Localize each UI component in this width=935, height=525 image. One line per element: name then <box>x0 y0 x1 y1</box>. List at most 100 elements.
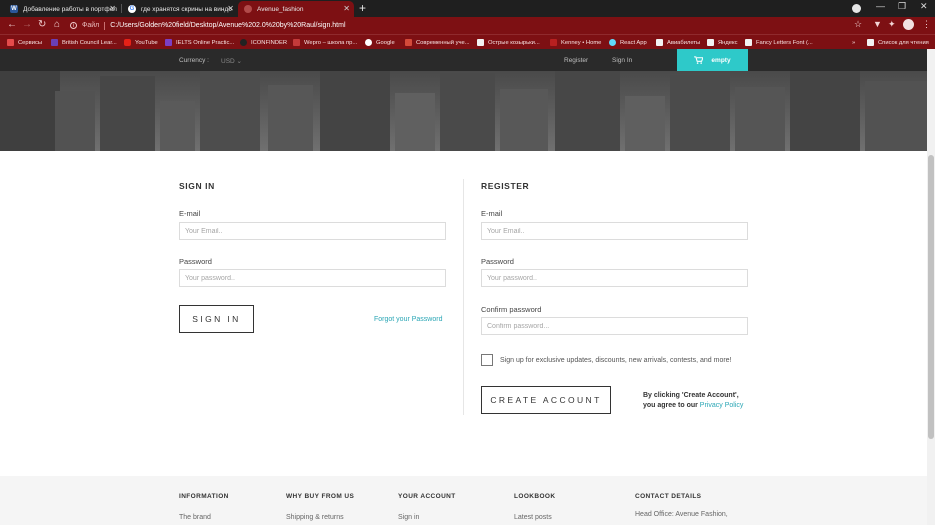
register-link[interactable]: Register <box>564 57 588 64</box>
bookmark-aviabilety[interactable]: Авиабилеты <box>656 37 700 48</box>
footer-link-the-brand[interactable]: The brand <box>179 514 211 521</box>
close-tab-icon[interactable]: ✕ <box>109 4 116 13</box>
page-scrollbar[interactable] <box>927 49 935 525</box>
bookmark-youtube[interactable]: YouTube <box>124 37 158 48</box>
media-control-icon[interactable] <box>852 4 861 13</box>
menu-kebab-icon[interactable]: ⋮ <box>922 19 931 30</box>
footer-link-latest-posts[interactable]: Latest posts <box>514 514 552 521</box>
bookmark-services[interactable]: Сервисы <box>7 37 42 48</box>
register-title: REGISTER <box>481 181 530 191</box>
profile-avatar[interactable] <box>903 19 914 30</box>
ielts-icon <box>165 39 172 46</box>
kenney-icon <box>550 39 557 46</box>
column-divider <box>463 179 464 415</box>
confirm-password-input[interactable] <box>481 317 748 335</box>
bookmark-fancy-letters[interactable]: Fancy Letters Font (... <box>745 37 813 48</box>
close-tab-icon[interactable]: ✕ <box>343 4 350 13</box>
cart-button[interactable]: empty <box>677 49 748 71</box>
terms-notice: By clicking 'Create Account', you agree … <box>643 392 744 409</box>
chevron-down-icon: ⌄ <box>236 58 242 65</box>
site-icon <box>405 39 412 46</box>
page-icon <box>477 39 484 46</box>
footer-contact-title: CONTACT DETAILS <box>635 493 702 500</box>
footer-lookbook-title: LOOKBOOK <box>514 493 556 500</box>
globe-icon <box>244 5 252 13</box>
sign-in-button[interactable]: SIGN IN <box>179 305 254 333</box>
minimize-icon[interactable]: — <box>876 1 885 11</box>
create-account-button[interactable]: CREATE ACCOUNT <box>481 386 611 414</box>
cart-label: empty <box>711 56 731 64</box>
close-window-icon[interactable]: ✕ <box>920 1 928 12</box>
font-icon <box>745 39 752 46</box>
google-icon <box>365 39 372 46</box>
close-tab-icon[interactable]: ✕ <box>227 4 234 13</box>
iconfinder-icon <box>240 39 247 46</box>
extension-v-icon[interactable]: ▼ <box>873 19 882 29</box>
word-icon: W <box>10 5 18 13</box>
confirm-password-label: Confirm password <box>481 305 542 314</box>
tab-title: Добавление работы в портфол <box>23 5 117 13</box>
tab-title: где хранятся скрины на виндо <box>141 5 232 13</box>
bookmark-ielts[interactable]: IELTS Online Practic... <box>165 37 234 48</box>
site-footer: INFORMATION The brand WHY BUY FROM US Sh… <box>0 476 927 525</box>
forward-icon[interactable]: → <box>22 19 32 30</box>
bookmarks-overflow-icon[interactable]: » <box>852 37 855 48</box>
register-password-label: Password <box>481 257 514 266</box>
new-tab-icon[interactable]: + <box>359 1 366 15</box>
back-icon[interactable]: ← <box>7 19 17 30</box>
apps-grid-icon <box>7 39 14 46</box>
bookmark-star-icon[interactable]: ☆ <box>854 19 862 30</box>
bookmark-wepro[interactable]: Wepro – школа пр... <box>293 37 357 48</box>
forgot-password-link[interactable]: Forgot your Password <box>374 316 442 323</box>
register-email-input[interactable] <box>481 222 748 240</box>
sign-in-password-input[interactable] <box>179 269 446 287</box>
footer-link-sign-in[interactable]: Sign in <box>398 514 419 521</box>
sign-in-email-label: E-mail <box>179 209 201 218</box>
footer-link-shipping[interactable]: Shipping & returns <box>286 514 344 521</box>
yandex-icon <box>707 39 714 46</box>
wepro-icon <box>293 39 300 46</box>
reload-icon[interactable]: ↻ <box>38 19 46 30</box>
address-bar: ← → ↻ ⌂ i Файл C:/Users/Golden%20field/D… <box>0 17 935 34</box>
url-text[interactable]: C:/Users/Golden%20field/Desktop/Avenue%2… <box>110 22 345 29</box>
sign-in-password-label: Password <box>179 257 212 266</box>
browser-tab-1[interactable]: W Добавление работы в портфол ✕ <box>4 1 120 17</box>
newsletter-checkbox[interactable] <box>481 354 493 366</box>
privacy-policy-link[interactable]: Privacy Policy <box>700 402 744 409</box>
currency-label: Currency : <box>179 57 209 64</box>
bookmark-modern-teacher[interactable]: Современный уче... <box>405 37 470 48</box>
bookmark-google[interactable]: Google <box>365 37 395 48</box>
plane-icon <box>656 39 663 46</box>
british-council-icon <box>51 39 58 46</box>
browser-tab-3-active[interactable]: Avenue_fashion ✕ <box>238 1 354 17</box>
footer-information-title: INFORMATION <box>179 493 229 500</box>
bookmark-iconfinder[interactable]: ICONFINDER <box>240 37 287 48</box>
google-icon: G <box>128 5 136 13</box>
scrollbar-thumb[interactable] <box>928 155 934 439</box>
maximize-icon[interactable]: ❐ <box>898 1 906 12</box>
site-top-bar: Currency : USD ⌄ Register Sign In empty <box>0 49 927 71</box>
browser-tab-bar: W Добавление работы в портфол ✕ G где хр… <box>0 0 935 17</box>
register-password-input[interactable] <box>481 269 748 287</box>
tab-title: Avenue_fashion <box>257 5 304 13</box>
browser-tab-2[interactable]: G где хранятся скрины на виндо ✕ <box>122 1 238 17</box>
hero-city-banner <box>0 71 927 151</box>
bookmark-react-app[interactable]: React App <box>609 37 647 48</box>
reading-list[interactable]: Список для чтения <box>867 37 929 48</box>
footer-why-buy-title: WHY BUY FROM US <box>286 493 355 500</box>
sign-in-email-input[interactable] <box>179 222 446 240</box>
youtube-icon <box>124 39 131 46</box>
bookmark-british-council[interactable]: British Council Lear... <box>51 37 117 48</box>
reading-list-icon <box>867 39 874 46</box>
bookmark-yandex[interactable]: Яндекс <box>707 37 738 48</box>
sign-in-link[interactable]: Sign In <box>612 57 632 64</box>
info-icon[interactable]: i <box>70 22 77 29</box>
bookmark-kenney[interactable]: Kenney • Home <box>550 37 601 48</box>
extensions-puzzle-icon[interactable]: ✦ <box>888 19 896 30</box>
footer-your-account-title: YOUR ACCOUNT <box>398 493 456 500</box>
home-icon[interactable]: ⌂ <box>54 19 60 30</box>
react-icon <box>609 39 616 46</box>
currency-select[interactable]: USD ⌄ <box>221 57 242 65</box>
bookmark-peaky[interactable]: Острые козырьки... <box>477 37 540 48</box>
url-field[interactable]: i Файл C:/Users/Golden%20field/Desktop/A… <box>70 19 845 32</box>
